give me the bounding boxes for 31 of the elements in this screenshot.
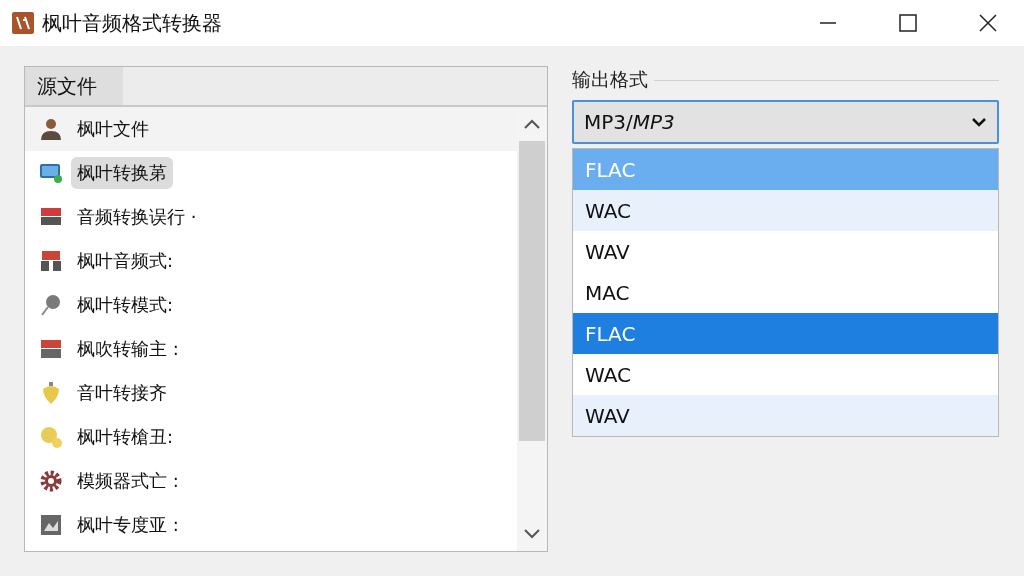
dropdown-option[interactable]: FLAC <box>573 313 998 354</box>
blob-icon <box>39 425 63 449</box>
group-label: 输出格式 <box>572 67 648 92</box>
image-icon <box>39 513 63 537</box>
monitor-icon <box>39 161 63 185</box>
list-item[interactable]: 音叶转接齐 <box>71 377 173 409</box>
list-item[interactable]: 枫叶转换苐 <box>71 157 173 189</box>
list-item[interactable]: 枫叶转模式: <box>71 289 180 321</box>
list-item[interactable]: 枫叶专度亚 : <box>71 509 185 541</box>
column-header[interactable]: 源文件 <box>25 67 123 105</box>
minimize-icon <box>819 22 837 24</box>
list-item[interactable]: 枫叶音频式: <box>71 245 180 277</box>
person-icon <box>39 117 63 141</box>
pin-icon <box>39 293 63 317</box>
close-icon <box>979 14 997 32</box>
format-dropdown[interactable]: MP3/MP3 <box>572 100 999 144</box>
list-item[interactable]: 枫吹转输主 : <box>71 333 185 365</box>
dropdown-option[interactable]: WAV <box>573 395 998 436</box>
list-item[interactable]: 枫叶转槍丑: <box>71 421 180 453</box>
chevron-down-icon <box>971 116 987 128</box>
window-title: 枫叶音频格式转换器 <box>42 9 223 37</box>
scrollbar[interactable] <box>517 107 547 551</box>
scroll-thumb[interactable] <box>519 141 545 441</box>
app-logo-icon <box>12 12 34 34</box>
list-item[interactable]: 模频器式亡 : <box>71 465 185 497</box>
panel-icon <box>39 337 63 361</box>
gear-icon <box>39 469 63 493</box>
maximize-icon <box>899 14 917 32</box>
dropdown-option[interactable]: WAC <box>573 190 998 231</box>
list-item[interactable]: 音频转换误行 · <box>71 201 203 233</box>
list-item[interactable]: 枫叶文件 <box>71 113 155 145</box>
